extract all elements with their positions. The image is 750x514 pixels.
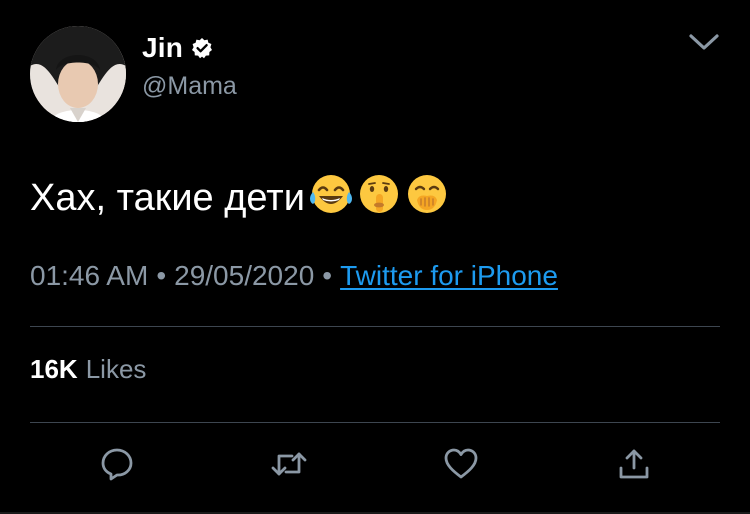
share-button[interactable] <box>614 446 654 486</box>
action-bar <box>0 446 750 490</box>
tweet-time: 01:46 AM <box>30 260 149 291</box>
tweet-source-link[interactable]: Twitter for iPhone <box>340 260 558 291</box>
likes-count: 16K <box>30 354 78 384</box>
likes-label: Likes <box>85 354 147 384</box>
share-icon <box>616 446 652 487</box>
avatar-photo-icon <box>30 26 126 122</box>
verified-badge-icon <box>191 37 213 59</box>
avatar[interactable] <box>30 26 126 122</box>
likes-stat[interactable]: 16K Likes <box>30 352 146 386</box>
meta-separator: • <box>156 260 167 291</box>
tweet-meta: 01:46 AM • 29/05/2020 • Twitter for iPhone <box>30 256 558 296</box>
heart-icon <box>443 446 479 487</box>
display-name[interactable]: Jin <box>142 32 183 64</box>
face-with-hand-over-mouth-icon <box>405 172 449 216</box>
tweet-text: Хах, такие дети <box>30 172 449 224</box>
divider <box>30 326 720 327</box>
divider <box>30 422 720 423</box>
retweet-button[interactable] <box>269 446 309 486</box>
author-handle[interactable]: @Mama <box>142 72 237 101</box>
tweet-text-body: Хах, такие дети <box>30 177 305 219</box>
face-with-tears-of-joy-icon <box>309 172 353 216</box>
author-name-row: Jin <box>142 32 213 64</box>
shushing-face-icon <box>357 172 401 216</box>
reply-button[interactable] <box>97 446 137 486</box>
tweet-card: Jin @Mama Хах, такие дети 01:46 AM • 29/… <box>0 0 750 514</box>
retweet-icon <box>270 446 308 487</box>
meta-separator: • <box>322 260 333 291</box>
tweet-date: 29/05/2020 <box>174 260 315 291</box>
reply-icon <box>99 446 135 487</box>
chevron-down-icon[interactable] <box>688 30 720 54</box>
like-button[interactable] <box>441 446 481 486</box>
